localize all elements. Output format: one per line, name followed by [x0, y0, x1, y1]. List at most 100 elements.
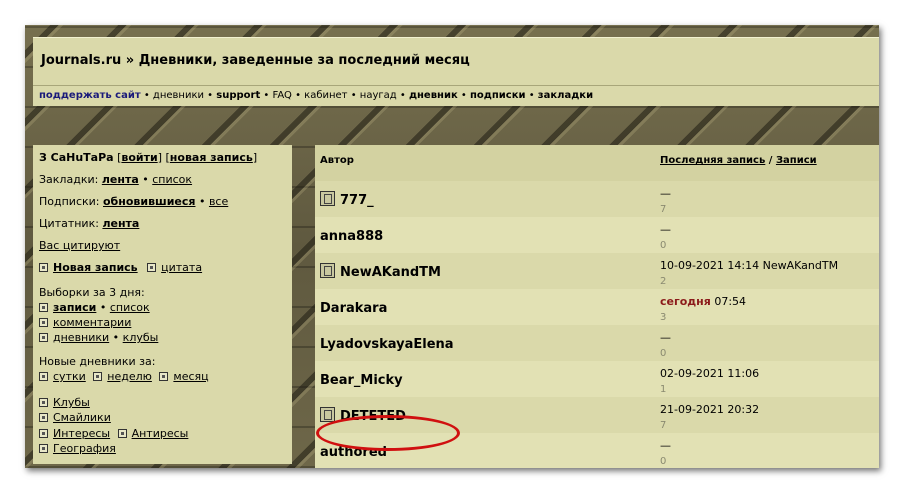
post-count: 7: [660, 420, 667, 431]
table-row: 777_ — 7: [315, 181, 879, 217]
samples-label: Выборки за 3 дня:: [39, 286, 145, 299]
author-link[interactable]: LyadovskayaElena: [320, 337, 454, 352]
bullet-icon: [39, 428, 48, 438]
author-cell: NewAKandTM: [320, 263, 441, 280]
nav-link[interactable]: кабинет: [304, 90, 347, 101]
geography-link[interactable]: География: [53, 442, 116, 455]
nd-week-link[interactable]: неделю: [107, 370, 152, 383]
page-title: Journals.ru » Дневники, заведенные за по…: [41, 53, 470, 68]
nav-separator: •: [204, 90, 217, 101]
bullet-icon: [39, 262, 48, 272]
interests-link[interactable]: Интересы: [53, 427, 110, 440]
last-post-value: 10-09-2021 14:14 NewAKandTM: [660, 259, 839, 272]
last-post-cell: сегодня 07:54: [660, 295, 746, 308]
nav-separator: •: [260, 90, 273, 101]
nav-link[interactable]: support: [216, 90, 260, 101]
last-post-cell: 21-09-2021 20:32: [660, 403, 759, 416]
top-nav: поддержать сайт • дневники • support • F…: [33, 86, 879, 106]
last-post-cell: 10-09-2021 14:14 NewAKandTM: [660, 259, 838, 272]
author-link[interactable]: NewAKandTM: [340, 265, 441, 280]
author-link[interactable]: Bear_Micky: [320, 373, 403, 388]
smileys-link[interactable]: Смайлики: [53, 411, 111, 424]
author-cell: Bear_Micky: [320, 373, 403, 388]
nav-link[interactable]: дневник: [409, 90, 458, 101]
subs-all-link[interactable]: все: [209, 195, 228, 208]
new-post-link-top[interactable]: новая запись: [170, 151, 253, 164]
community-icon[interactable]: [320, 263, 335, 278]
last-post-cell: —: [660, 223, 671, 236]
col-last-header: Последняя запись / Записи: [660, 155, 817, 166]
last-post-value: 02-09-2021 11:06: [660, 367, 760, 380]
page-header: Journals.ru » Дневники, заведенные за по…: [33, 37, 879, 86]
author-link[interactable]: Darakara: [320, 301, 387, 316]
quoted-you-line: Вас цитируют: [39, 239, 120, 252]
subscriptions-line: Подписки: обновившиеся • все: [39, 195, 229, 208]
table-header: Автор Последняя запись / Записи: [315, 145, 879, 181]
samples-diaries-link[interactable]: дневники: [53, 331, 109, 344]
red-highlight-ellipse: [316, 415, 460, 451]
last-post-value: —: [660, 331, 671, 344]
nav-separator: •: [140, 90, 153, 101]
last-post-cell: 02-09-2021 11:06: [660, 367, 759, 380]
nav-link[interactable]: FAQ: [273, 90, 292, 101]
diary-icon[interactable]: [320, 191, 335, 206]
sort-last-link[interactable]: Последняя запись: [660, 155, 765, 166]
nav-link[interactable]: закладки: [538, 90, 593, 101]
clubs-link[interactable]: Клубы: [53, 396, 90, 409]
samples-diaries-line: дневники • клубы: [39, 331, 158, 344]
nav-link[interactable]: поддержать сайт: [39, 90, 141, 101]
quote-link[interactable]: цитата: [161, 261, 202, 274]
quoted-you-link[interactable]: Вас цитируют: [39, 239, 120, 252]
samples-list-link[interactable]: список: [110, 301, 150, 314]
sort-posts-link[interactable]: Записи: [776, 155, 817, 166]
table-row: NewAKandTM 10-09-2021 14:14 NewAKandTM 2: [315, 253, 879, 289]
samples-comments-link[interactable]: комментарии: [53, 316, 131, 329]
bullet-icon: [39, 443, 48, 453]
bookmarks-list-link[interactable]: список: [152, 173, 192, 186]
bullet-icon: [147, 262, 157, 272]
samples-clubs-link[interactable]: клубы: [123, 331, 159, 344]
user-icon[interactable]: [320, 407, 335, 422]
author-link[interactable]: anna888: [320, 229, 383, 244]
bullet-icon: [39, 332, 48, 342]
post-count: 7: [660, 204, 667, 215]
quotes-feed-link[interactable]: лента: [102, 217, 139, 230]
samples-comments-line: комментарии: [39, 316, 131, 329]
nav-link[interactable]: дневники: [153, 90, 204, 101]
anti-interests-link[interactable]: Антиресы: [132, 427, 189, 440]
author-cell: 777_: [320, 191, 374, 208]
bullet-icon: [117, 428, 127, 438]
bullet-icon: [39, 371, 48, 381]
nd-month-link[interactable]: месяц: [173, 370, 208, 383]
post-count: 3: [660, 312, 667, 323]
table-row: anna888 — 0: [315, 217, 879, 253]
nav-separator: •: [291, 90, 305, 101]
table-row: Bear_Micky 02-09-2021 11:06 1: [315, 361, 879, 397]
bookmarks-line: Закладки: лента • список: [39, 173, 193, 186]
samples-posts-link[interactable]: записи: [53, 301, 96, 314]
page-frame: Journals.ru » Дневники, заведенные за по…: [25, 25, 879, 468]
smileys-line: Смайлики: [39, 411, 111, 424]
last-post-value: 21-09-2021 20:32: [660, 403, 760, 416]
post-count: 2: [660, 276, 667, 287]
user-line: З СаНuТаРа [войти] [новая запись]: [39, 151, 258, 164]
bullet-icon: [39, 317, 48, 327]
post-count: 1: [660, 384, 667, 395]
author-cell: LyadovskayaElena: [320, 337, 454, 352]
login-link[interactable]: войти: [121, 151, 157, 164]
top-nav-links: поддержать сайт • дневники • support • F…: [39, 86, 593, 106]
nd-day-link[interactable]: сутки: [53, 370, 86, 383]
nav-separator: •: [347, 90, 360, 101]
subs-updated-link[interactable]: обновившиеся: [103, 195, 195, 208]
nav-link[interactable]: подписки: [470, 90, 526, 101]
nav-link[interactable]: наугад: [360, 90, 397, 101]
geography-line: География: [39, 442, 116, 455]
new-post-link[interactable]: Новая запись: [53, 261, 138, 274]
table-row: LyadovskayaElena — 0: [315, 325, 879, 361]
bookmarks-feed-link[interactable]: лента: [102, 173, 139, 186]
new-diaries-label: Новые дневники за:: [39, 355, 156, 368]
nav-separator: •: [525, 90, 538, 101]
author-link[interactable]: 777_: [340, 193, 374, 208]
table-row: Darakara сегодня 07:54 3: [315, 289, 879, 325]
last-post-cell: —: [660, 187, 671, 200]
